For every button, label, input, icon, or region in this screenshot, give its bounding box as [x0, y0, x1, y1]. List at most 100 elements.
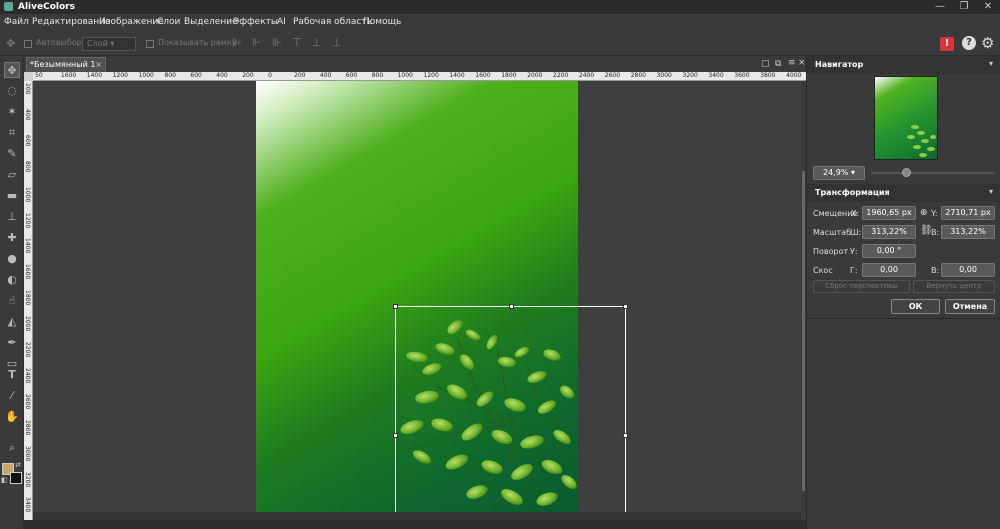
v-ruler-tick: 1800 — [24, 290, 31, 306]
menu-effects[interactable]: Эффекты — [233, 17, 278, 27]
transform-handle-top-left[interactable] — [393, 304, 398, 309]
reset-perspective-button[interactable]: Сброс перспективы — [813, 280, 910, 293]
h-ruler-tick: 400 — [319, 72, 332, 79]
menu-selection[interactable]: Выделение — [184, 17, 238, 27]
smudge-tool-icon[interactable]: ☝ — [4, 293, 20, 309]
zoom-slider[interactable] — [871, 172, 995, 174]
pen-tool-icon[interactable]: ✒ — [4, 335, 20, 351]
marquee-tool-icon[interactable]: ◌ — [4, 83, 20, 99]
magic-wand-icon[interactable]: ✶ — [4, 104, 20, 120]
dodge-tool-icon[interactable]: ◐ — [4, 272, 20, 288]
align-bottom-icon[interactable]: ⊥ — [332, 36, 342, 49]
navigator-thumbnail[interactable] — [874, 76, 938, 160]
swap-colors-icon[interactable]: ⇄ — [15, 461, 21, 469]
autoselect-checkbox[interactable] — [24, 40, 32, 48]
scale-height-input[interactable]: 313,22% — [941, 225, 995, 239]
canvas-area[interactable] — [33, 81, 801, 512]
eyedropper-tool-icon[interactable]: ⁄ — [4, 388, 20, 404]
align-top-icon[interactable]: ⊤ — [292, 36, 302, 49]
v-ruler-tick: 2800 — [24, 419, 31, 435]
maximize-icon[interactable]: ❐ — [952, 0, 976, 14]
close-window-icon[interactable]: ✕ — [976, 0, 1000, 14]
heal-tool-icon[interactable]: ✚ — [4, 230, 20, 246]
h-ruler-tick: 1200 — [423, 72, 439, 79]
brush-tool-icon[interactable]: ✎ — [4, 146, 20, 162]
transform-handle-top-right[interactable] — [623, 304, 628, 309]
right-panel: Навигатор ▾ 24,9% ▾ Трансформация ▾ Смещ… — [806, 56, 1000, 529]
navigator-header[interactable]: Навигатор ▾ — [807, 56, 1000, 74]
default-colors-icon[interactable]: ◧ — [1, 476, 8, 484]
scale-width-input[interactable]: 313,22% — [862, 225, 916, 239]
transform-header[interactable]: Трансформация ▾ — [807, 184, 1000, 202]
crop-tool-icon[interactable]: ⌗ — [4, 125, 20, 141]
text-tool-icon[interactable]: T — [4, 367, 20, 383]
align-left-icon[interactable]: ⊫ — [232, 36, 242, 49]
h-ruler-tick: 2800 — [630, 72, 646, 79]
blur-tool-icon[interactable]: ● — [4, 251, 20, 267]
help-icon[interactable]: ? — [962, 36, 976, 50]
zoom-slider-knob[interactable] — [901, 168, 911, 177]
copy-doc-icon[interactable]: ⧉ — [775, 59, 781, 69]
rotate-input[interactable]: 0,00 ° — [862, 244, 916, 258]
bucket-tool-icon[interactable]: ◭ — [4, 314, 20, 330]
alert-icon[interactable]: ! — [940, 37, 954, 51]
transform-handle-top[interactable] — [509, 304, 514, 309]
ok-button[interactable]: ОК — [891, 299, 940, 314]
doc-menu-icon[interactable]: ≡ — [788, 58, 796, 68]
w-label: Ш: — [850, 228, 862, 237]
layer-select[interactable]: Слой ▾ — [82, 37, 136, 51]
hand-tool-icon[interactable]: ✋ — [4, 409, 20, 425]
scale-label: Масштаб — [813, 228, 852, 237]
ruler-corner — [24, 72, 33, 81]
eraser-tool-icon[interactable]: ▱ — [4, 167, 20, 183]
align-center-icon[interactable]: ⊩ — [252, 36, 262, 49]
h-ruler-tick: 2600 — [604, 72, 621, 79]
link-offset-icon[interactable]: ⊕ — [920, 208, 928, 218]
move-tool-icon[interactable]: ✥ — [4, 62, 20, 78]
h-ruler-tick: 800 — [164, 72, 176, 79]
h-ruler-tick: 1000 — [397, 72, 413, 79]
v-ruler-tick: 2200 — [24, 342, 31, 358]
background-color-swatch[interactable] — [10, 472, 22, 484]
transform-bounding-box[interactable] — [393, 304, 628, 512]
minimize-icon[interactable]: — — [928, 0, 952, 14]
transform-handle-right[interactable] — [623, 433, 628, 438]
v-ruler-tick: 2600 — [24, 393, 31, 410]
h-ruler-tick: 800 — [371, 72, 384, 79]
show-frame-checkbox[interactable] — [146, 40, 154, 48]
gear-icon[interactable]: ⚙ — [981, 34, 994, 52]
menu-layers[interactable]: Слои — [157, 17, 180, 27]
autoselect-label: Автовыбор — [36, 38, 82, 47]
menu-image[interactable]: Изображение — [99, 17, 164, 27]
menu-file[interactable]: Файл — [4, 17, 29, 27]
tab-close-icon[interactable]: × — [95, 60, 102, 69]
v-ruler-tick: 200 — [24, 83, 31, 95]
tab-document[interactable]: *Безымянный 1 × — [26, 57, 106, 72]
chevron-down-icon[interactable]: ▾ — [989, 187, 993, 196]
transform-handle-left[interactable] — [393, 433, 398, 438]
offset-y-input[interactable]: 2710,71 px — [941, 206, 995, 220]
gradient-tool-icon[interactable]: ▬ — [4, 188, 20, 204]
doc-close-all-icon[interactable]: × — [798, 58, 806, 68]
h-ruler-tick: 3600 — [734, 72, 750, 79]
offset-x-input[interactable]: 1960,65 px — [862, 206, 916, 220]
stamp-tool-icon[interactable]: ⊥ — [4, 209, 20, 225]
cancel-button[interactable]: Отмена — [945, 299, 995, 314]
vertical-scroll-thumb[interactable] — [802, 171, 805, 491]
v-ruler-tick: 2400 — [24, 367, 31, 384]
horizontal-scrollbar[interactable] — [33, 512, 801, 520]
menu-help[interactable]: Помощь — [363, 17, 401, 27]
align-right-icon[interactable]: ⊪ — [272, 36, 282, 49]
h-ruler-tick: 2400 — [578, 72, 595, 79]
menu-workspace[interactable]: Рабочая область — [293, 17, 372, 27]
skew-v-input[interactable]: 0,00 — [941, 263, 995, 277]
skew-g-input[interactable]: 0,00 — [862, 263, 916, 277]
zoom-dropdown[interactable]: 24,9% ▾ — [813, 166, 865, 180]
new-doc-icon[interactable]: ▢ — [761, 59, 770, 69]
chevron-down-icon[interactable]: ▾ — [989, 59, 993, 68]
return-center-button[interactable]: Вернуть центр — [913, 280, 995, 293]
align-middle-icon[interactable]: ⊥ — [312, 36, 322, 49]
h-ruler-tick: 1200 — [112, 72, 128, 79]
menu-ai[interactable]: AI — [277, 17, 286, 27]
zoom-tool-icon[interactable]: ⌕ — [4, 440, 20, 456]
